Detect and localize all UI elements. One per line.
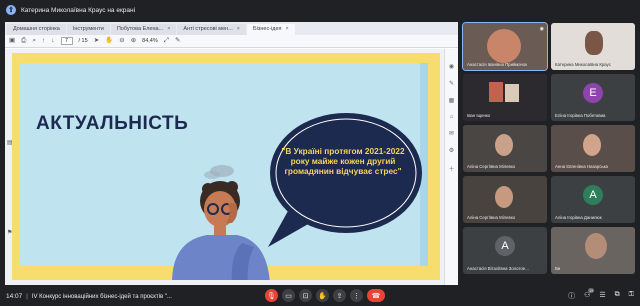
separator: | <box>26 293 28 300</box>
stressed-person-illustration <box>172 165 270 280</box>
participant-tile-self[interactable]: Ви <box>551 227 635 274</box>
right-controls: ⓘ ⚇ 19 ☰ ⧉ ⚿ <box>568 288 634 301</box>
speaking-icon: ◉ <box>539 26 544 32</box>
tab-doc-1[interactable]: Побутова Елена... × <box>110 24 177 35</box>
pdf-tool-icon[interactable]: ◉ <box>449 63 454 70</box>
down-arrow-icon[interactable]: ↓ <box>51 37 54 45</box>
slide: АКТУАЛЬНІСТЬ "В Україні протягом 2021-20… <box>12 53 440 280</box>
pdf-tool-icon[interactable]: ⚙ <box>449 147 454 154</box>
comment-icon[interactable]: ✎ <box>175 37 180 45</box>
close-icon[interactable]: × <box>286 26 289 35</box>
avatar: A <box>495 236 515 256</box>
tab-home[interactable]: Домашня сторінка <box>7 24 66 35</box>
print-icon[interactable]: ⎙ <box>21 37 26 45</box>
chat-icon[interactable]: ☰ <box>599 291 605 301</box>
pdf-right-toolbar: ◉ ✎ ▦ ⌂ ✉ ⚙ ＋ <box>444 49 458 285</box>
participant-name: Анастасія Іванівна Приймачок <box>467 62 528 67</box>
call-controls: 🎙 ▭ ⊡ ✋ ⇪ ⋮ ☎ <box>265 289 385 302</box>
meeting-title: IV Конкурс інноваційних бізнес-ідей та п… <box>31 293 172 300</box>
pdf-tool-icon[interactable]: ＋ <box>448 164 454 173</box>
avatar: E <box>583 83 603 103</box>
participant-name: Еліна Ігорівна Побетавиа <box>555 113 606 118</box>
participant-tile[interactable]: Аліна Сергіївна Мілевко <box>463 176 547 223</box>
cursor-icon[interactable]: ➤ <box>94 37 99 45</box>
participant-name: Аліна Сергіївна Мілевко <box>467 215 516 220</box>
people-icon[interactable]: ⚇ 19 <box>584 288 595 301</box>
present-icon[interactable]: ⇪ <box>333 289 346 302</box>
pdf-tool-icon[interactable]: ✎ <box>449 80 454 87</box>
camera-icon[interactable]: ▭ <box>282 289 295 302</box>
participant-name: Аліна Сергіївна Мілевко <box>467 164 516 169</box>
pdf-tool-icon[interactable]: ▦ <box>449 97 455 104</box>
leave-call-button[interactable]: ☎ <box>367 289 385 302</box>
participant-tile[interactable]: Анна Євгенівна Назарська <box>551 125 635 172</box>
participant-name: Аліна Ігорівна Данилюк <box>555 215 602 220</box>
pdf-tool-icon[interactable]: ✉ <box>449 130 454 137</box>
hand-icon[interactable]: ✋ <box>105 37 113 45</box>
slide-title: АКТУАЛЬНІСТЬ <box>36 113 189 134</box>
screen-share-icon: ⇪ <box>6 5 16 15</box>
close-icon[interactable]: × <box>237 26 240 35</box>
participant-tile[interactable]: A Анастасія Віталіївна Золотое... <box>463 227 547 274</box>
participant-tile[interactable]: Аліна Сергіївна Мілевко <box>463 125 547 172</box>
presenter-bar: ⇪ Катерина Миколаївна Краус на екрані <box>0 0 640 20</box>
activities-icon[interactable]: ⧉ <box>615 291 620 301</box>
participant-tile[interactable]: Іван Іщенко <box>463 74 547 121</box>
participant-tile[interactable]: E Еліна Ігорівна Побетавиа <box>551 74 635 121</box>
search-icon[interactable]: ⌕ <box>32 37 36 45</box>
close-icon[interactable]: × <box>167 26 170 35</box>
participant-name: Анна Євгенівна Назарська <box>555 164 608 169</box>
tab-tools[interactable]: Інструменти <box>66 24 110 35</box>
slide-quote: "В Україні протягом 2021-2022 року майже… <box>281 146 405 176</box>
page-number-input[interactable]: 7 <box>60 37 73 45</box>
lock-icon[interactable]: ⚿ <box>629 291 634 301</box>
participant-name: Анастасія Віталіївна Золотое... <box>467 266 529 271</box>
pdf-tool-icon[interactable]: ⌂ <box>450 114 454 120</box>
participant-name: Ви <box>555 266 561 271</box>
zoom-out-icon[interactable]: ⊖ <box>119 37 124 45</box>
pdf-toolbar: ▣ ⎙ ⌕ ↑ ↓ 7 / 15 ➤ ✋ ⊖ ⊕ 84,4% ⤢ ✎ <box>5 35 458 48</box>
participant-tile[interactable]: Катерина Миколаївна Краус <box>551 23 635 70</box>
up-arrow-icon[interactable]: ↑ <box>42 37 45 45</box>
browser-tabbar: Домашня сторінка Інструменти Побутова Ел… <box>5 22 458 35</box>
microphone-off-icon[interactable]: 🎙 <box>265 289 278 302</box>
info-icon[interactable]: ⓘ <box>568 291 575 301</box>
participant-tile[interactable]: A Аліна Ігорівна Данилюк <box>551 176 635 223</box>
raise-hand-icon[interactable]: ✋ <box>316 289 329 302</box>
captions-icon[interactable]: ⊡ <box>299 289 312 302</box>
zoom-level[interactable]: 84,4% <box>142 38 158 44</box>
tab-doc-2[interactable]: Анті стресові мен... × <box>177 24 246 35</box>
participant-name: Іван Іщенко <box>467 113 491 118</box>
document-area: ▤ ⚑ АКТУАЛЬНІСТЬ "В Україні протягом 202… <box>5 49 458 285</box>
more-options-icon[interactable]: ⋮ <box>350 289 363 302</box>
participant-tile[interactable]: ◉ Анастасія Іванівна Приймачок <box>462 22 548 71</box>
participant-name: Катерина Миколаївна Краус <box>555 62 611 67</box>
clock: 14:07 <box>6 293 23 300</box>
fit-page-icon[interactable]: ⤢ <box>164 37 169 45</box>
avatar: A <box>583 185 603 205</box>
meet-window: ⇪ Катерина Миколаївна Краус на екрані До… <box>0 0 640 306</box>
tab-business-idea[interactable]: Бізнес-ідея × <box>247 24 295 35</box>
speech-bubble <box>268 113 422 247</box>
page-total: / 15 <box>78 38 88 44</box>
zoom-in-icon[interactable]: ⊕ <box>131 37 136 45</box>
shared-screen: Домашня сторінка Інструменти Побутова Ел… <box>5 22 458 285</box>
presenter-label: Катерина Миколаївна Краус на екрані <box>21 6 136 14</box>
save-icon[interactable]: ▣ <box>9 37 15 45</box>
bottom-bar: 14:07 | IV Конкурс інноваційних бізнес-і… <box>0 287 640 306</box>
